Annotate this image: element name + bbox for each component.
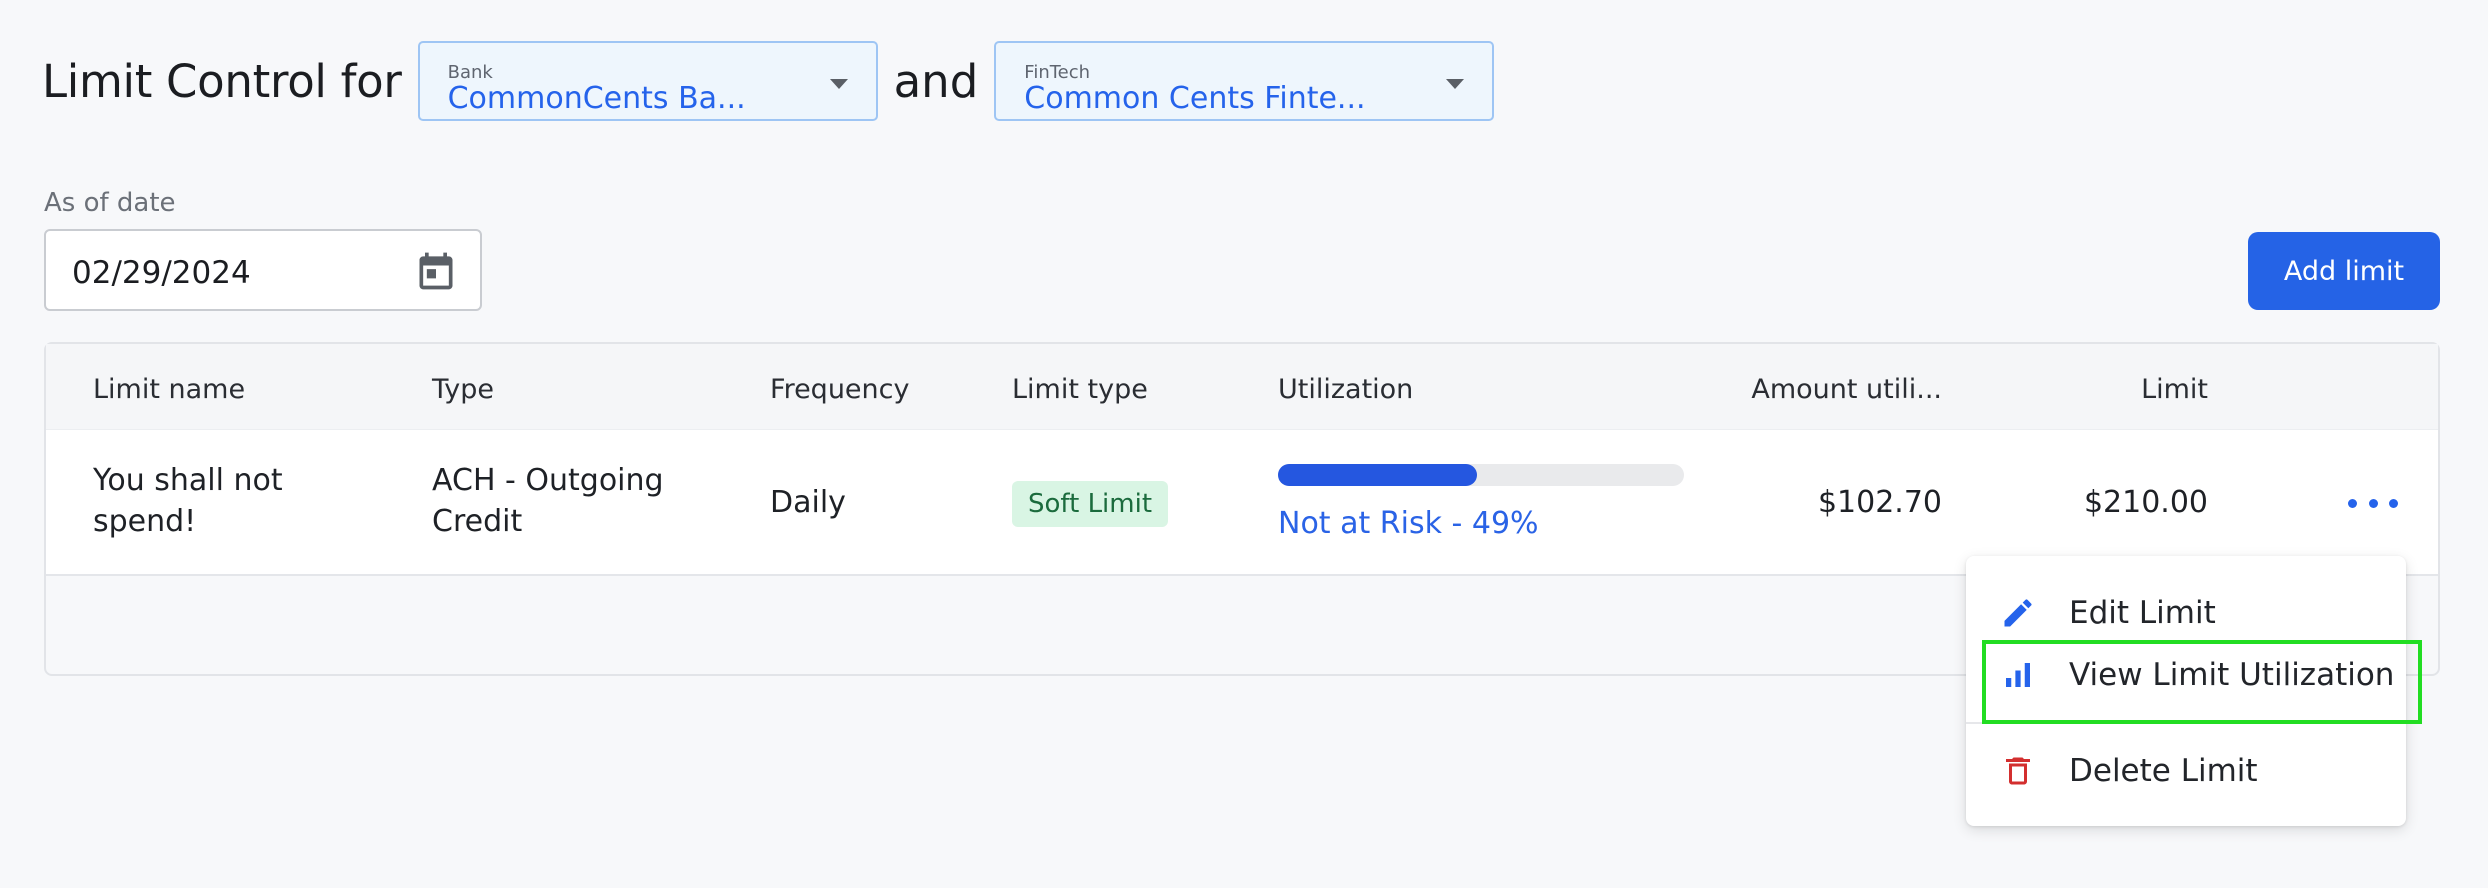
trash-icon bbox=[2006, 757, 2030, 785]
limit-name-line2: spend! bbox=[93, 504, 197, 539]
utilization-status: Not at Risk - 49% bbox=[1278, 506, 1539, 541]
date-value: 02/29/2024 bbox=[72, 255, 251, 291]
column-header-limit[interactable]: Limit bbox=[2141, 374, 2208, 405]
page-title: Limit Control for bbox=[42, 54, 402, 108]
column-header-type[interactable]: Type bbox=[432, 374, 494, 405]
limit-name-line1: You shall not bbox=[93, 463, 283, 498]
menu-item-edit-limit[interactable]: Edit Limit bbox=[1966, 582, 2406, 644]
bank-select-label: Bank bbox=[447, 62, 493, 83]
cell-type: ACH - Outgoing Credit bbox=[432, 460, 664, 542]
cell-amount-utilized: $102.70 bbox=[1817, 485, 1942, 520]
column-header-amount-utilized[interactable]: Amount utili... bbox=[1751, 374, 1942, 405]
fintech-select-value: Common Cents Finte... bbox=[1024, 81, 1366, 116]
menu-divider bbox=[1966, 722, 2406, 724]
column-header-limit-name[interactable]: Limit name bbox=[93, 374, 245, 405]
fintech-select-label: FinTech bbox=[1024, 62, 1091, 83]
utilization-bar bbox=[1278, 464, 1684, 486]
dot bbox=[2348, 498, 2357, 508]
column-header-utilization[interactable]: Utilization bbox=[1278, 374, 1413, 405]
menu-item-delete-limit[interactable]: Delete Limit bbox=[1966, 740, 2406, 802]
bank-select[interactable]: Bank CommonCents Ba... bbox=[417, 41, 878, 121]
table-header: Limit name Type Frequency Limit type Uti… bbox=[46, 344, 2438, 430]
cell-frequency: Daily bbox=[770, 485, 846, 520]
fintech-select[interactable]: FinTech Common Cents Finte... bbox=[994, 41, 1495, 121]
row-actions-menu: Edit Limit View Limit Utilization Delete… bbox=[1966, 556, 2406, 826]
utilization-bar-fill bbox=[1278, 464, 1477, 486]
menu-item-label: Delete Limit bbox=[2069, 753, 2258, 789]
dot bbox=[2368, 498, 2378, 508]
date-label: As of date bbox=[44, 188, 176, 218]
menu-item-label: Edit Limit bbox=[2069, 595, 2216, 631]
table-row[interactable]: You shall not spend! ACH - Outgoing Cred… bbox=[46, 430, 2438, 576]
cell-limit-name: You shall not spend! bbox=[93, 460, 283, 542]
dot bbox=[2389, 498, 2398, 508]
chevron-down-icon bbox=[829, 79, 848, 89]
bank-select-value: CommonCents Ba... bbox=[447, 81, 746, 116]
column-header-frequency[interactable]: Frequency bbox=[770, 374, 909, 405]
chevron-down-icon bbox=[1446, 79, 1465, 89]
bar-chart-icon bbox=[2006, 663, 2030, 687]
menu-item-label: View Limit Utilization bbox=[2069, 657, 2395, 693]
menu-item-view-limit-utilization[interactable]: View Limit Utilization bbox=[1966, 644, 2406, 706]
column-header-limit-type[interactable]: Limit type bbox=[1012, 374, 1148, 405]
add-limit-button[interactable]: Add limit bbox=[2248, 232, 2440, 310]
header-row: Limit Control for Bank CommonCents Ba...… bbox=[42, 40, 1495, 122]
more-actions-icon[interactable] bbox=[2348, 488, 2398, 518]
type-line2: Credit bbox=[432, 504, 523, 539]
and-text: and bbox=[893, 54, 979, 108]
type-line1: ACH - Outgoing bbox=[432, 463, 664, 498]
cell-limit: $210.00 bbox=[2083, 485, 2208, 520]
limit-type-badge: Soft Limit bbox=[1012, 481, 1169, 527]
calendar-icon[interactable] bbox=[414, 249, 458, 293]
limit-control-page: Limit Control for Bank CommonCents Ba...… bbox=[0, 0, 2488, 888]
date-input[interactable]: 02/29/2024 bbox=[44, 229, 482, 311]
pencil-icon bbox=[2004, 599, 2032, 627]
